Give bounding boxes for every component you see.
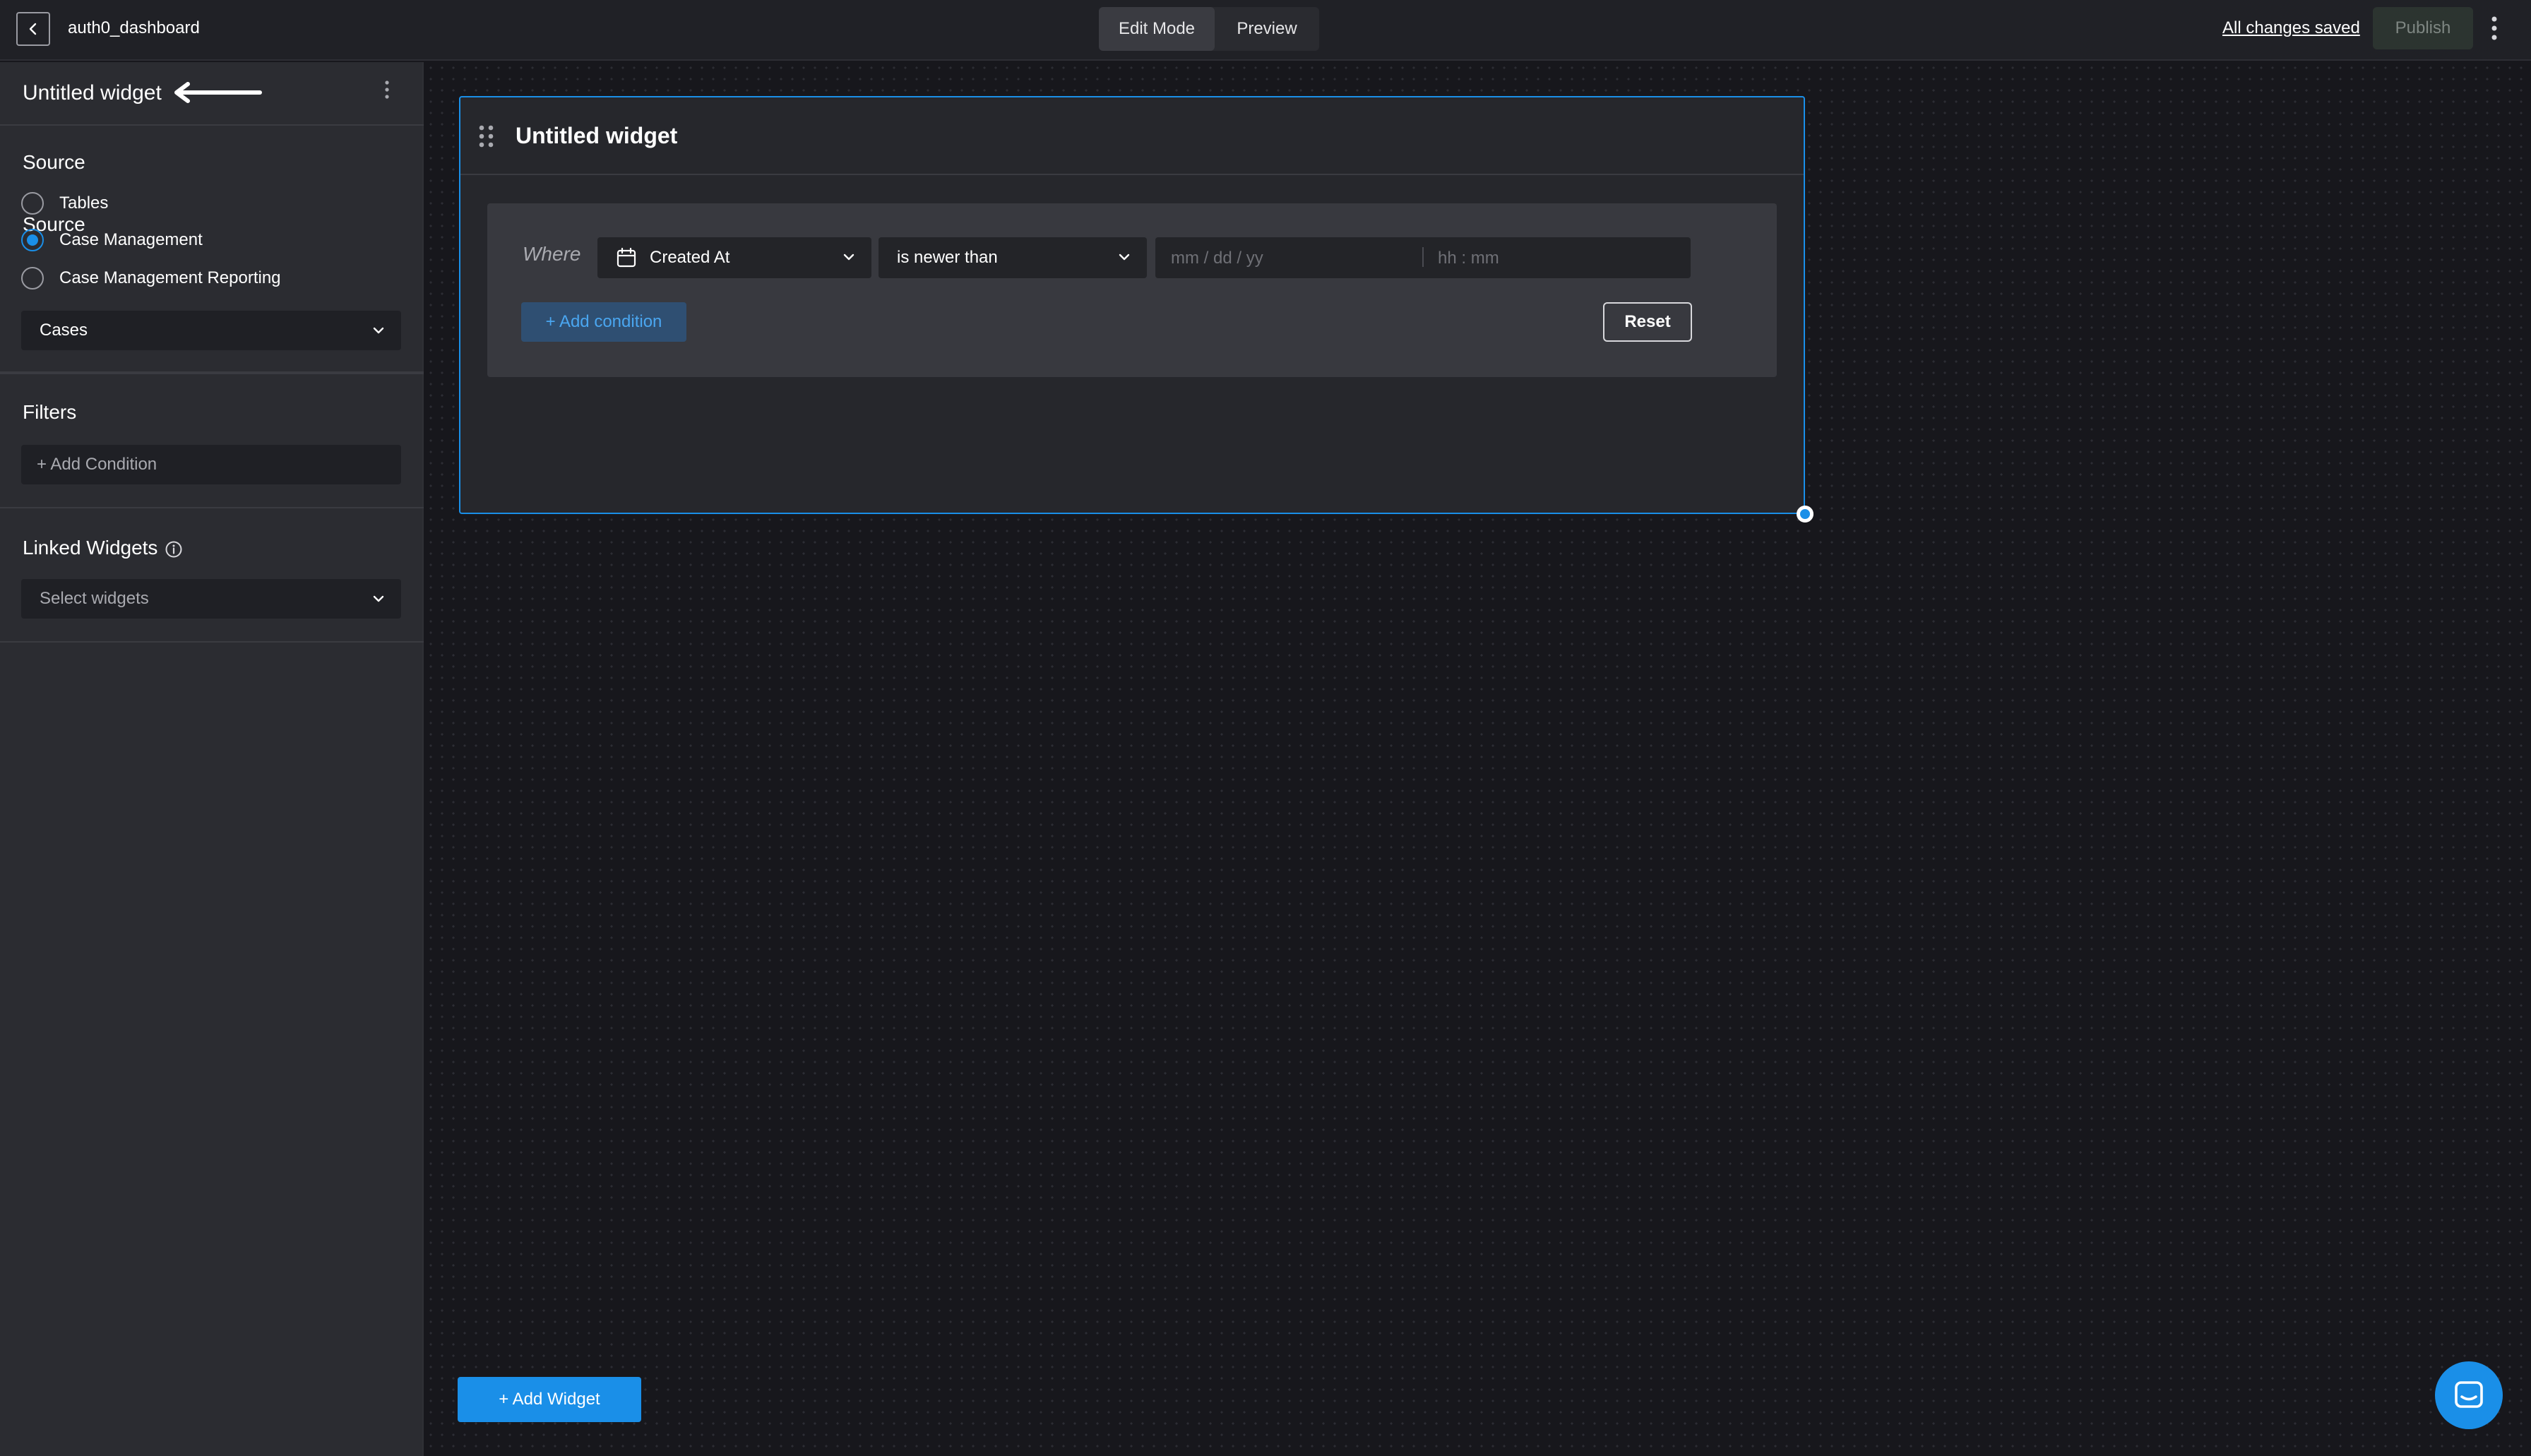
date-input-placeholder[interactable]: mm / dd / yy [1171,249,1263,268]
time-input-placeholder[interactable]: hh : mm [1438,249,1499,268]
where-label: Where [523,243,581,265]
resize-handle[interactable] [1797,506,1814,523]
kebab-icon[interactable] [380,78,394,103]
source-section: Source [0,126,424,373]
divider [1422,247,1424,267]
field-select[interactable]: Created At [597,237,871,278]
dashboard-title: auth0_dashboard [68,18,200,37]
calendar-icon [617,247,636,268]
arrow-left-icon [174,82,262,103]
back-button[interactable] [16,12,50,46]
publish-button[interactable]: Publish [2373,7,2473,49]
filter-condition-box: Where Created At is newer than mm / dd /… [487,203,1777,377]
chevron-down-icon [843,253,854,261]
panel-header: Untitled widget [0,62,424,126]
chat-icon [2455,1381,2483,1408]
widget-settings-panel: Untitled widget Source [0,62,424,1456]
preview-button[interactable]: Preview [1215,7,1319,51]
operator-select-value: is newer than [897,248,998,267]
date-time-input[interactable]: mm / dd / yy hh : mm [1155,237,1691,278]
widget-name-title[interactable]: Untitled widget [23,79,162,107]
field-select-value: Created At [650,248,730,267]
source-title: Source [23,213,85,235]
reset-button[interactable]: Reset [1603,302,1692,342]
add-widget-button[interactable]: + Add Widget [458,1377,641,1422]
widget-title[interactable]: Untitled widget [516,121,677,150]
mode-toggle: Edit Mode Preview [1099,7,1319,51]
operator-select[interactable]: is newer than [879,237,1147,278]
drag-handle-icon[interactable] [477,124,496,148]
widget-card[interactable]: Untitled widget Where Created At is newe… [459,96,1805,514]
chevron-down-icon [1119,253,1130,261]
edit-mode-button[interactable]: Edit Mode [1099,7,1215,51]
chat-launcher-button[interactable] [2435,1361,2503,1429]
save-status-link[interactable]: All changes saved [2222,17,2360,40]
divider [460,174,1804,175]
top-bar: auth0_dashboard Edit Mode Preview All ch… [0,0,2531,61]
chevron-left-icon [29,23,37,35]
kebab-icon[interactable] [2484,14,2504,42]
add-condition-button[interactable]: + Add condition [521,302,686,342]
